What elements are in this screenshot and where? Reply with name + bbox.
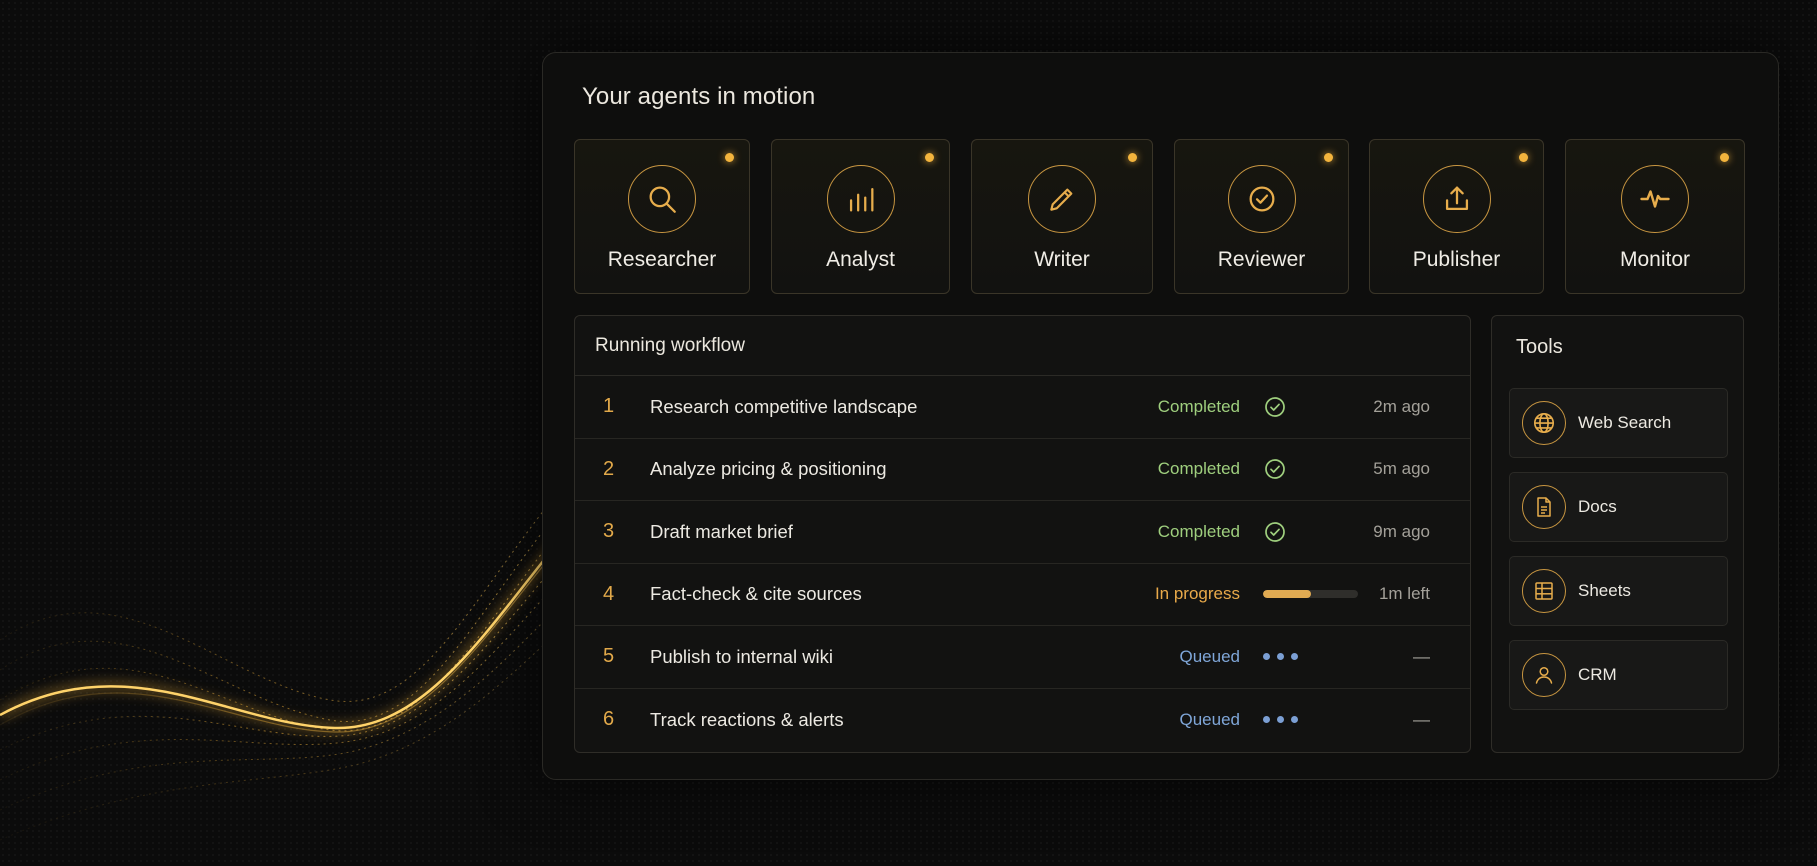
task-name: Analyze pricing & positioning <box>650 458 887 480</box>
status-label: Completed <box>1157 521 1240 541</box>
upload-icon <box>1422 165 1491 233</box>
agent-label: Analyst <box>826 248 895 271</box>
agent-label: Researcher <box>607 248 717 271</box>
step-number: 6 <box>603 708 615 731</box>
queued-dots-icon <box>1263 653 1298 661</box>
pulse-icon <box>1621 165 1689 233</box>
tool-label: Docs <box>1578 497 1617 516</box>
globe-icon <box>1522 401 1566 445</box>
tool-label: Sheets <box>1578 581 1631 600</box>
status-dot <box>1519 153 1528 162</box>
time-label: 5m ago <box>1373 459 1430 479</box>
golden-wave-decoration <box>0 489 560 841</box>
pencil-icon <box>1028 165 1096 233</box>
progress-fill <box>1263 590 1311 599</box>
step-number: 3 <box>603 520 615 543</box>
time-label: — <box>1413 646 1430 666</box>
workflow-title: Running workflow <box>575 316 1470 376</box>
check-circle-icon <box>1263 395 1287 419</box>
task-name: Draft market brief <box>650 520 793 542</box>
running-workflow-table: Running workflow 1 Research competitive l… <box>574 315 1471 753</box>
agent-card-monitor[interactable]: Monitor <box>1565 139 1745 294</box>
step-number: 1 <box>603 395 615 418</box>
workflow-row[interactable]: 2 Analyze pricing & positioning Completed 5… <box>575 439 1470 501</box>
time-label: 2m ago <box>1373 396 1430 416</box>
status-dot <box>1128 153 1137 162</box>
tool-sheets[interactable]: Sheets <box>1509 556 1728 626</box>
status-dot <box>1720 153 1729 162</box>
agent-card-analyst[interactable]: Analyst <box>771 139 950 294</box>
task-name: Track reactions & alerts <box>650 708 844 730</box>
step-number: 2 <box>603 457 615 480</box>
step-number: 4 <box>603 582 615 605</box>
check-circle-icon <box>1263 520 1287 544</box>
bar-chart-icon <box>826 165 895 233</box>
workflow-row[interactable]: 5 Publish to internal wiki Queued — <box>575 626 1470 689</box>
time-label: 1m left <box>1378 584 1430 604</box>
agents-panel: Your agents in motion Researcher Analyst… <box>542 52 1779 780</box>
time-label: — <box>1413 709 1430 729</box>
workflow-row[interactable]: 4 Fact-check & cite sources In progress 1m … <box>575 564 1470 626</box>
panel-title: Your agents in motion <box>582 83 816 110</box>
agent-card-writer[interactable]: Writer <box>971 139 1153 294</box>
status-label: Queued <box>1179 646 1241 666</box>
table-icon <box>1522 569 1566 613</box>
status-label: Queued <box>1179 709 1241 729</box>
workflow-row[interactable]: 3 Draft market brief Completed 9m ago <box>575 501 1470 564</box>
agent-card-researcher[interactable]: Researcher <box>574 139 750 294</box>
search-icon <box>628 165 696 233</box>
agent-label: Publisher <box>1412 248 1501 271</box>
queued-dots-icon <box>1263 716 1298 724</box>
tools-title: Tools <box>1516 336 1563 358</box>
status-dot <box>725 153 734 162</box>
agent-label: Reviewer <box>1217 248 1306 271</box>
time-label: 9m ago <box>1373 521 1430 541</box>
agent-cards: Researcher Analyst Writer Reviewer Publi… <box>574 139 1752 294</box>
status-label: Completed <box>1157 396 1240 416</box>
agent-label: Monitor <box>1619 248 1691 271</box>
status-label: In progress <box>1154 584 1240 604</box>
check-circle-icon <box>1263 457 1287 481</box>
tool-web-search[interactable]: Web Search <box>1509 388 1728 458</box>
status-dot <box>925 153 934 162</box>
task-name: Fact-check & cite sources <box>650 583 862 605</box>
agent-card-reviewer[interactable]: Reviewer <box>1174 139 1349 294</box>
progress-bar <box>1263 590 1358 599</box>
agent-label: Writer <box>1034 248 1090 271</box>
status-label: Completed <box>1157 459 1240 479</box>
tool-docs[interactable]: Docs <box>1509 472 1728 542</box>
workflow-rows: 1 Research competitive landscape Completed… <box>575 376 1470 751</box>
task-name: Publish to internal wiki <box>650 645 834 667</box>
workflow-row[interactable]: 6 Track reactions & alerts Queued — <box>575 689 1470 752</box>
tool-label: Web Search <box>1578 413 1672 432</box>
task-name: Research competitive landscape <box>650 395 918 417</box>
tool-label: CRM <box>1578 665 1617 684</box>
step-number: 5 <box>603 645 615 668</box>
tool-crm[interactable]: CRM <box>1509 640 1728 710</box>
status-dot <box>1324 153 1333 162</box>
tools-panel: Tools Web Search Docs Sheets CRM <box>1491 315 1744 753</box>
document-icon <box>1522 485 1566 529</box>
workflow-row[interactable]: 1 Research competitive landscape Completed… <box>575 376 1470 439</box>
user-icon <box>1522 653 1566 697</box>
check-circle-icon <box>1227 165 1296 233</box>
agent-card-publisher[interactable]: Publisher <box>1369 139 1544 294</box>
